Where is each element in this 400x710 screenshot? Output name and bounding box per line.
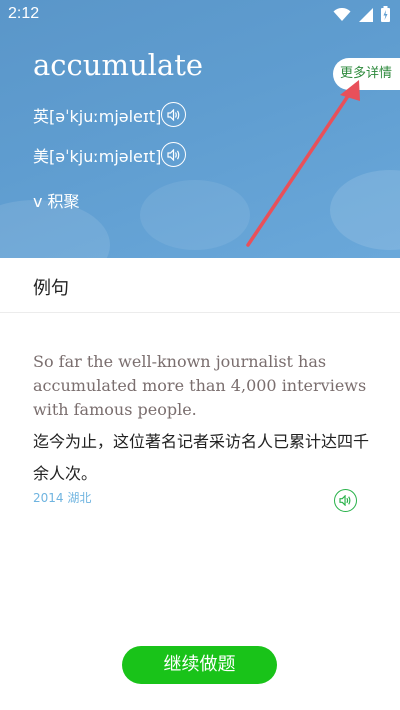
speaker-icon bbox=[339, 495, 351, 506]
pointer-arrow-icon bbox=[246, 80, 360, 247]
example-sentence-chinese: 迄今为止，这位著名记者采访名人已累计达四千余人次。 bbox=[33, 432, 370, 483]
word-header: 2:12 accumulate 英[əˈkjuːmjəleɪt] 美[əˈkju… bbox=[0, 0, 400, 258]
example-speaker-button[interactable] bbox=[334, 489, 357, 512]
continue-button[interactable]: 继续做题 bbox=[122, 646, 277, 684]
example-source: 2014 湖北 bbox=[33, 491, 92, 505]
example-sentence-english: So far the well-known journalist has acc… bbox=[33, 352, 367, 419]
section-divider bbox=[0, 312, 400, 313]
examples-section-title: 例句 bbox=[33, 278, 69, 299]
